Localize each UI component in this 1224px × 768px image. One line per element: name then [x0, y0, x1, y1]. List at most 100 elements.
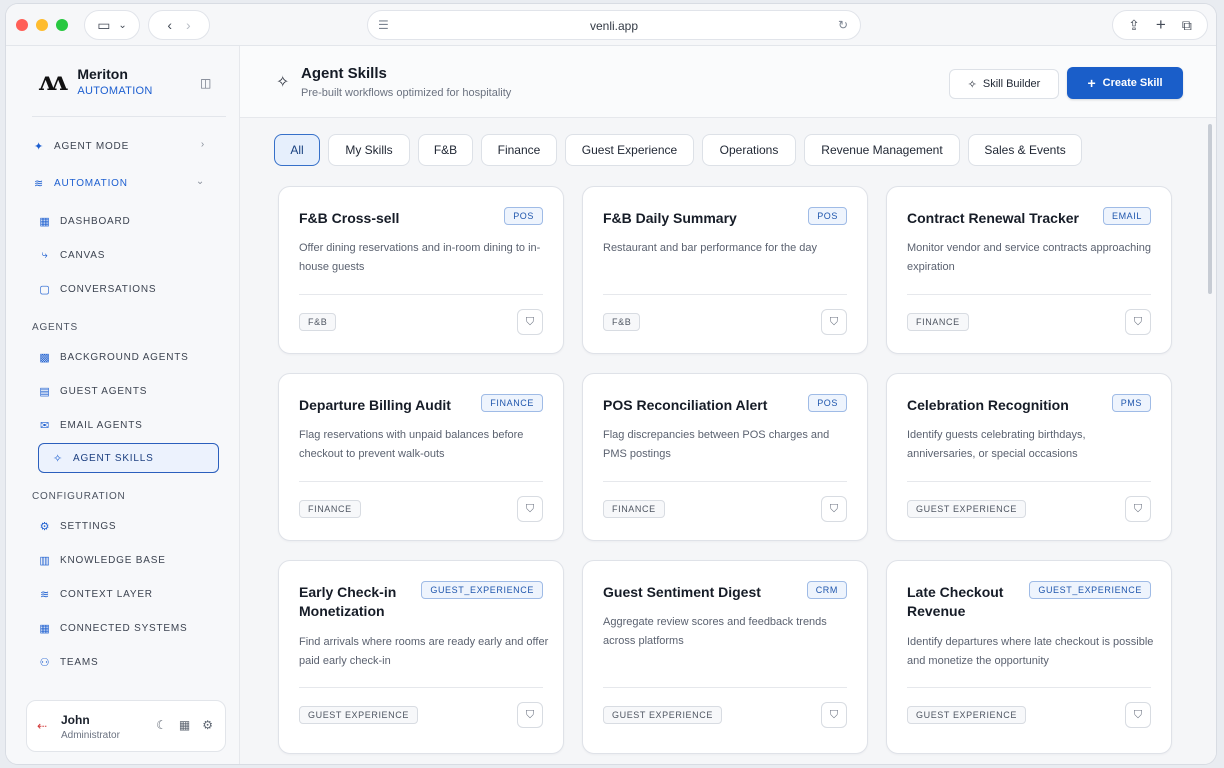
sidebar-item-label: AGENT MODE: [54, 140, 130, 152]
filter-chip-finance[interactable]: Finance: [481, 134, 557, 166]
minimize-window-button[interactable]: [36, 19, 48, 31]
sidebar-item-connected-systems[interactable]: ▦ CONNECTED SYSTEMS: [38, 613, 219, 643]
filter-chip-sales-events[interactable]: Sales & Events: [968, 134, 1082, 166]
filter-chip-guest-experience[interactable]: Guest Experience: [565, 134, 694, 166]
sidebar-item-knowledge-base[interactable]: ▥ KNOWLEDGE BASE: [38, 545, 219, 575]
address-bar[interactable]: ☰ venli.app ↻: [367, 10, 861, 40]
skill-card-title: F&B Cross-sell: [299, 210, 400, 226]
moon-icon[interactable]: ☾: [156, 718, 167, 732]
workflow-icon: ⤷: [41, 248, 49, 261]
filter-chip-fnb[interactable]: F&B: [418, 134, 473, 166]
layers-icon: ≋: [33, 177, 45, 190]
sidebar-item-conversations[interactable]: ▢ CONVERSATIONS: [38, 274, 219, 304]
reload-icon[interactable]: ↻: [838, 18, 848, 32]
filter-chip-revenue-management[interactable]: Revenue Management: [804, 134, 960, 166]
skill-card-badge: POS: [808, 207, 847, 225]
skill-card-title: F&B Daily Summary: [603, 210, 737, 226]
skill-card[interactable]: Departure Billing Audit FINANCE Flag res…: [278, 373, 564, 541]
apps-grid-icon[interactable]: ▦: [179, 718, 190, 732]
main-scrollbar[interactable]: [1208, 124, 1212, 294]
sidebar: ʌʌ Meriton AUTOMATION ◫ ✦ AGENT MODE › ≋…: [6, 46, 240, 764]
skill-card[interactable]: F&B Cross-sell POS Offer dining reservat…: [278, 186, 564, 354]
skill-card-description: Flag discrepancies between POS charges a…: [603, 429, 830, 460]
skill-card[interactable]: Guest Sentiment Digest CRM Aggregate rev…: [582, 560, 868, 754]
skill-card[interactable]: F&B Daily Summary POS Restaurant and bar…: [582, 186, 868, 354]
bookmark-icon: ⛉: [1133, 708, 1143, 721]
bookmark-button[interactable]: ⛉: [821, 496, 847, 522]
skill-card[interactable]: Late Checkout Revenue GUEST_EXPERIENCE I…: [886, 560, 1172, 754]
close-window-button[interactable]: [16, 19, 28, 31]
sidebar-item-label: SETTINGS: [60, 520, 117, 532]
create-skill-button[interactable]: + Create Skill: [1067, 67, 1183, 99]
bookmark-button[interactable]: ⛉: [517, 496, 543, 522]
tabs-overview-icon[interactable]: ⧉: [1182, 17, 1192, 34]
sidebar-toggle-button[interactable]: ▭ ⌄: [84, 10, 140, 40]
filter-chip-operations[interactable]: Operations: [702, 134, 796, 166]
sidebar-item-canvas[interactable]: ⤷ CANVAS: [38, 240, 219, 270]
forward-button[interactable]: ›: [186, 17, 191, 33]
bookmark-icon: ⛉: [1133, 502, 1143, 515]
chevron-down-icon: ⌄: [118, 19, 127, 31]
bookmark-button[interactable]: ⛉: [821, 702, 847, 728]
message-icon: ▤: [39, 385, 51, 398]
sidebar-item-agent-mode[interactable]: ✦ AGENT MODE ›: [32, 131, 213, 161]
collapse-sidebar-icon[interactable]: ◫: [200, 76, 211, 90]
skill-card[interactable]: Celebration Recognition PMS Identify gue…: [886, 373, 1172, 541]
share-icon[interactable]: ⇪: [1128, 17, 1140, 34]
skill-card-description: Restaurant and bar performance for the d…: [603, 242, 818, 254]
user-name: John: [61, 713, 90, 727]
skill-card[interactable]: Contract Renewal Tracker EMAIL Monitor v…: [886, 186, 1172, 354]
sidebar-item-email-agents[interactable]: ✉ EMAIL AGENTS: [38, 410, 219, 440]
sidebar-divider: [32, 116, 226, 117]
new-tab-icon[interactable]: +: [1156, 15, 1166, 35]
skill-card-category: GUEST EXPERIENCE: [907, 706, 1026, 724]
bookmark-icon: ⛉: [525, 502, 535, 515]
sidebar-item-agent-skills[interactable]: ✧ AGENT SKILLS: [38, 443, 219, 473]
sidebar-item-dashboard[interactable]: ▦ DASHBOARD: [38, 206, 219, 236]
sidebar-item-guest-agents[interactable]: ▤ GUEST AGENTS: [38, 376, 219, 406]
card-divider: [907, 481, 1151, 482]
skill-card-category: GUEST EXPERIENCE: [907, 500, 1026, 518]
skill-card-category: F&B: [299, 313, 337, 331]
bookmark-button[interactable]: ⛉: [517, 309, 543, 335]
skill-card-description: Monitor vendor and service contracts app…: [907, 242, 1151, 273]
bookmark-button[interactable]: ⛉: [517, 702, 543, 728]
skill-card-category: GUEST EXPERIENCE: [299, 706, 418, 724]
bookmark-button[interactable]: ⛉: [1125, 309, 1151, 335]
skill-card-title: Guest Sentiment Digest: [603, 584, 761, 600]
bookmark-button[interactable]: ⛉: [1125, 496, 1151, 522]
skill-builder-button[interactable]: ✧ Skill Builder: [949, 69, 1059, 99]
filter-chip-all[interactable]: All: [274, 134, 320, 166]
sidebar-item-label: BACKGROUND AGENTS: [60, 351, 189, 363]
skill-card[interactable]: POS Reconciliation Alert POS Flag discre…: [582, 373, 868, 541]
zoom-window-button[interactable]: [56, 19, 68, 31]
skill-card-category: F&B: [603, 313, 641, 331]
bookmark-button[interactable]: ⛉: [1125, 702, 1151, 728]
sidebar-item-label: DASHBOARD: [60, 215, 131, 227]
page-header: ✧ Agent Skills Pre-built workflows optim…: [240, 46, 1216, 118]
url-text: venli.app: [589, 19, 639, 33]
card-divider: [603, 294, 847, 295]
filter-chip-my-skills[interactable]: My Skills: [328, 134, 410, 166]
grid-icon: ▦: [39, 215, 51, 228]
skill-card-title: Celebration Recognition: [907, 397, 1069, 413]
sidebar-item-automation[interactable]: ≋ AUTOMATION ⌄: [32, 168, 213, 198]
grid-icon: ▦: [39, 622, 51, 635]
brand[interactable]: ʌʌ Meriton AUTOMATION: [38, 66, 153, 97]
brand-name: Meriton: [77, 66, 128, 82]
sidebar-item-context-layer[interactable]: ≋ CONTEXT LAYER: [38, 579, 219, 609]
sidebar-item-label: CANVAS: [60, 249, 106, 261]
sidebar-item-teams[interactable]: ⚇ TEAMS: [38, 647, 219, 677]
sidebar-item-background-agents[interactable]: ▩ BACKGROUND AGENTS: [38, 342, 219, 372]
skill-builder-label: Skill Builder: [982, 78, 1041, 90]
skill-card-description: Aggregate review scores and feedback tre…: [603, 616, 827, 647]
back-button[interactable]: ‹: [167, 17, 172, 33]
skill-card[interactable]: Early Check-in Monetization GUEST_EXPERI…: [278, 560, 564, 754]
bookmark-icon: ⛉: [829, 315, 839, 328]
page-subtitle: Pre-built workflows optimized for hospit…: [301, 87, 512, 99]
logout-icon[interactable]: ⇠: [37, 719, 47, 733]
user-tools: ☾ ▦ ⚙: [156, 718, 213, 732]
gear-icon[interactable]: ⚙: [202, 718, 213, 732]
bookmark-button[interactable]: ⛉: [821, 309, 847, 335]
sidebar-item-settings[interactable]: ⚙ SETTINGS: [38, 511, 219, 541]
